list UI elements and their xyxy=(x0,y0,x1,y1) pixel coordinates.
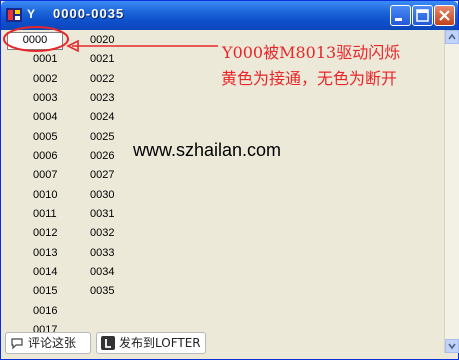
device-cell-0031[interactable]: 0031 xyxy=(90,206,146,222)
device-cell-0021[interactable]: 0021 xyxy=(90,51,146,67)
close-icon xyxy=(439,10,450,21)
vertical-scrollbar[interactable] xyxy=(444,30,459,353)
device-cell-0024[interactable]: 0024 xyxy=(90,109,146,125)
device-cell-0020[interactable]: 0020 xyxy=(90,32,146,48)
device-cell-0027[interactable]: 0027 xyxy=(90,167,146,183)
device-cell-0000[interactable]: 0000 xyxy=(7,32,63,50)
comment-button-label: 评论这张 xyxy=(28,336,77,350)
scroll-up-button[interactable] xyxy=(445,30,459,44)
device-cell-0033[interactable]: 0033 xyxy=(90,245,146,261)
device-cell-0003[interactable]: 0003 xyxy=(33,90,89,106)
title-bar[interactable]: Y 0000-0035 xyxy=(1,1,458,30)
publish-button-label: 发布到LOFTER xyxy=(119,336,201,350)
comment-icon xyxy=(11,338,23,350)
device-cell-0016[interactable]: 0016 xyxy=(33,303,89,319)
device-cell-0022[interactable]: 0022 xyxy=(90,71,146,87)
lofter-icon xyxy=(101,336,115,350)
device-cell-0030[interactable]: 0030 xyxy=(90,187,146,203)
device-cell-0004[interactable]: 0004 xyxy=(33,109,89,125)
device-cell-0014[interactable]: 0014 xyxy=(33,264,89,280)
device-cell-0005[interactable]: 0005 xyxy=(33,129,89,145)
comment-button[interactable]: 评论这张 xyxy=(5,332,91,354)
device-cell-0002[interactable]: 0002 xyxy=(33,71,89,87)
device-cell-0013[interactable]: 0013 xyxy=(33,245,89,261)
device-cell-0032[interactable]: 0032 xyxy=(90,225,146,241)
device-cell-0034[interactable]: 0034 xyxy=(90,264,146,280)
device-cell-0035[interactable]: 0035 xyxy=(90,283,146,299)
device-cell-0023[interactable]: 0023 xyxy=(90,90,146,106)
title-prefix: Y xyxy=(27,7,36,21)
plc-app-icon xyxy=(6,8,22,22)
publish-lofter-button[interactable]: 发布到LOFTER xyxy=(96,332,206,354)
device-cell-0007[interactable]: 0007 xyxy=(33,167,89,183)
annotation-line-2: 黄色为接通，无色为断开 xyxy=(221,69,398,88)
minimize-button[interactable] xyxy=(390,5,411,26)
device-cell-0015[interactable]: 0015 xyxy=(33,283,89,299)
watermark-text: www.szhailan.com xyxy=(133,140,282,160)
device-cell-0011[interactable]: 0011 xyxy=(33,206,89,222)
device-cell-0012[interactable]: 0012 xyxy=(33,225,89,241)
maximize-button[interactable] xyxy=(412,5,433,26)
device-cell-0010[interactable]: 0010 xyxy=(33,187,89,203)
window-title: 0000-0035 xyxy=(53,6,125,21)
chevron-up-icon xyxy=(448,33,456,40)
chevron-down-icon xyxy=(448,343,456,350)
maximize-icon xyxy=(416,9,429,22)
device-cell-0001[interactable]: 0001 xyxy=(33,51,89,67)
scroll-down-button[interactable] xyxy=(445,339,459,353)
close-button[interactable] xyxy=(434,5,455,26)
annotation-line-1: Y000被M8013驱动闪烁 xyxy=(222,43,401,62)
minimize-icon xyxy=(395,18,402,21)
device-cell-0006[interactable]: 0006 xyxy=(33,148,89,164)
